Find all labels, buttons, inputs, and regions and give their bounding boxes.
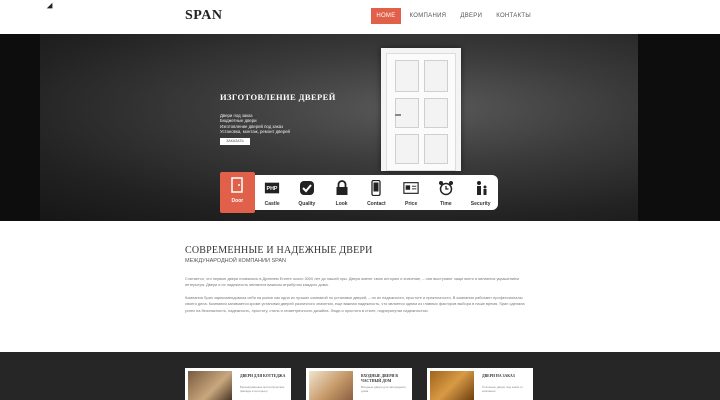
door-icon <box>229 177 245 193</box>
about-paragraph: Считается, что первые двери появились в … <box>185 276 519 288</box>
feature-quality[interactable]: Quality <box>290 175 325 210</box>
door-handle <box>395 114 401 116</box>
door-leaf <box>386 53 456 171</box>
product-image <box>188 371 232 400</box>
hero-list-item: Установка, монтаж, ремонт дверей <box>220 129 290 135</box>
feature-price[interactable]: Price <box>394 175 429 210</box>
order-button[interactable]: ЗАКАЗАТЬ <box>220 138 250 145</box>
about-paragraph: Компания Span зарекомендовала себя на ры… <box>185 295 525 313</box>
feature-contact[interactable]: Contact <box>359 175 394 210</box>
feature-security[interactable]: Security <box>463 175 498 210</box>
nav-doors[interactable]: ДВЕРИ <box>455 8 487 24</box>
feature-time[interactable]: Time <box>429 175 464 210</box>
site-header: SPAN HOME КОМПАНИЯ ДВЕРИ КОНТАКТЫ <box>0 0 720 34</box>
product-image <box>430 371 474 400</box>
mouse-cursor-icon <box>46 2 56 12</box>
check-icon <box>299 180 315 196</box>
nav-contacts[interactable]: КОНТАКТЫ <box>491 8 536 24</box>
product-card[interactable]: ДВЕРИ НА ЗАКАЗ Стальные двери под заказ … <box>427 368 533 400</box>
about-title: СОВРЕМЕННЫЕ И НАДЕЖНЫЕ ДВЕРИ <box>185 245 373 256</box>
site-logo[interactable]: SPAN <box>185 8 223 24</box>
main-nav: HOME КОМПАНИЯ ДВЕРИ КОНТАКТЫ <box>371 8 536 24</box>
phone-icon <box>368 180 384 196</box>
people-icon <box>473 180 489 196</box>
nav-home[interactable]: HOME <box>371 8 401 24</box>
nav-company[interactable]: КОМПАНИЯ <box>405 8 452 24</box>
alarm-clock-icon <box>438 180 454 196</box>
product-image <box>309 371 353 400</box>
price-tag-icon <box>403 180 419 196</box>
product-card[interactable]: ВХОДНЫЕ ДВЕРИ В ЧАСТНЫЙ ДОМ Входные двер… <box>306 368 412 400</box>
svg-text:PHP: PHP <box>267 186 278 192</box>
feature-castle[interactable]: PHP Castle <box>255 175 290 210</box>
product-card[interactable]: ДВЕРИ ДЛЯ КОТТЕДЖА Бронированные металли… <box>185 368 291 400</box>
hero-title: ИЗГОТОВЛЕНИЕ ДВЕРЕЙ <box>220 92 336 102</box>
feature-door[interactable]: Door <box>220 172 255 213</box>
feature-look[interactable]: Look <box>324 175 359 210</box>
lock-icon <box>334 180 350 196</box>
hero-list: Двери под заказ Бюджетные двери Изготовл… <box>220 113 290 135</box>
about-subtitle: МЕЖДУНАРОДНОЙ КОМПАНИИ SPAN <box>185 258 287 264</box>
php-icon: PHP <box>264 180 280 196</box>
features-bar: Door PHP Castle Quality Look Contact Pri… <box>220 172 498 213</box>
